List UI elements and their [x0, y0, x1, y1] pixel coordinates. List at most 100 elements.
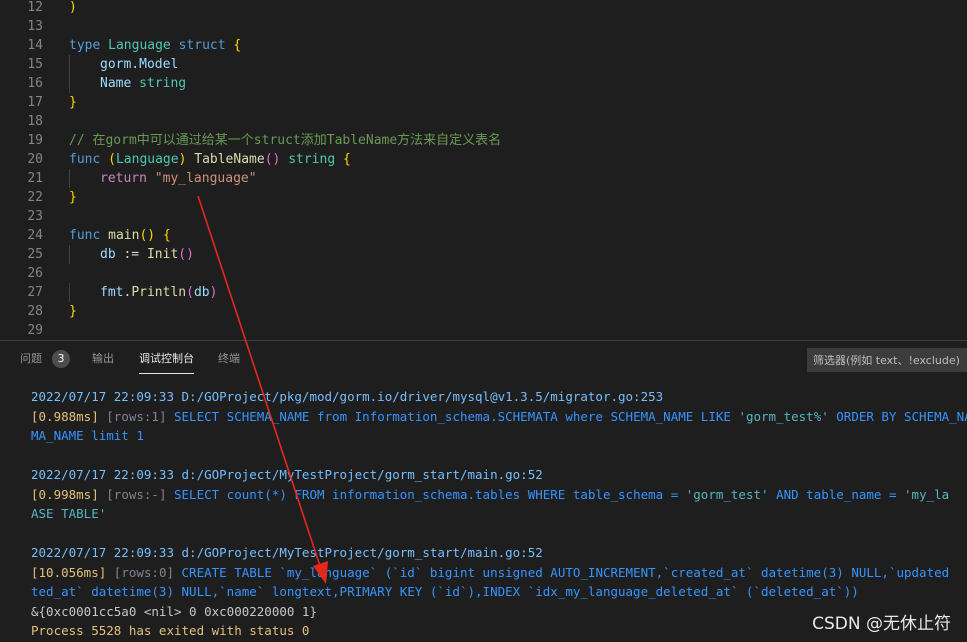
code-token: {	[162, 228, 171, 243]
console-segment: MA_NAME limit 1	[31, 428, 144, 443]
code-line[interactable]: 24 func main() {	[0, 226, 967, 245]
code-line[interactable]: 14 type Language struct {	[0, 36, 967, 55]
code-line[interactable]: 18	[0, 112, 967, 131]
console-segment: CREATE TABLE `my_language` (`id` bigint …	[181, 565, 950, 580]
code-text: fmt.Println(db)	[100, 283, 217, 302]
line-number: 15	[27, 57, 43, 72]
code-token: main	[108, 228, 140, 243]
line-number: 14	[27, 38, 43, 53]
console-segment: d:/GOProject/MyTestProject/gorm_start/ma…	[181, 467, 543, 482]
code-token: )	[209, 285, 218, 300]
indent-guide	[69, 245, 70, 264]
console-segment: D:/GOProject/pkg/mod/gorm.io/driver/mysq…	[181, 389, 664, 404]
code-token: }	[69, 304, 77, 319]
problems-count-badge: 3	[52, 350, 70, 368]
line-number: 20	[27, 152, 43, 167]
code-line[interactable]: 23	[0, 207, 967, 226]
line-number: 16	[27, 76, 43, 91]
code-token: fmt	[100, 285, 124, 300]
line-number: 27	[27, 285, 43, 300]
code-text: Name string	[100, 74, 186, 93]
console-segment: Process 5528 has exited with status 0	[31, 623, 310, 638]
code-token: {	[233, 38, 242, 53]
line-number: 29	[27, 323, 43, 338]
console-segment: 'gorm_test'	[685, 487, 769, 502]
indent-guide	[69, 55, 70, 74]
console-segment: ted_at` datetime(3) NULL,`name` longtext…	[31, 584, 859, 599]
code-text: }	[69, 93, 77, 112]
console-filter-input[interactable]	[807, 348, 967, 372]
code-token: func	[69, 152, 109, 167]
tab-problems[interactable]: 问题	[20, 351, 42, 367]
code-line[interactable]: 29	[0, 321, 967, 340]
code-line[interactable]: 13	[0, 17, 967, 36]
code-text: db := Init()	[100, 245, 194, 264]
code-line[interactable]: 28}	[0, 302, 967, 321]
code-line[interactable]: 22}	[0, 188, 967, 207]
code-token: )	[178, 152, 195, 167]
code-token: ()	[264, 152, 289, 167]
watermark: CSDN @无休止符	[812, 614, 951, 634]
console-segment: [rows:-]	[106, 487, 174, 502]
line-number: 17	[27, 95, 43, 110]
console-segment: 2022/07/17 22:09:33	[31, 467, 182, 482]
code-line[interactable]: 16 Name string	[0, 74, 967, 93]
code-token: {	[342, 152, 351, 167]
code-text: // 在gorm中可以通过给某一个struct添加TableName方法来自定义…	[69, 131, 501, 150]
console-segment: [rows:1]	[106, 409, 174, 424]
line-number: 28	[27, 304, 43, 319]
code-line[interactable]: 15 gorm.Model	[0, 55, 967, 74]
code-line[interactable]: 21 return "my_language"	[0, 169, 967, 188]
code-text: }	[69, 302, 77, 321]
line-number: 19	[27, 133, 43, 148]
line-number: 22	[27, 190, 43, 205]
console-line: Process 5528 has exited with status 0	[31, 621, 309, 640]
console-segment: SELECT count(*) FROM information_schema.…	[174, 487, 686, 502]
line-number: 24	[27, 228, 43, 243]
console-line: ted_at` datetime(3) NULL,`name` longtext…	[31, 582, 859, 601]
console-line: 2022/07/17 22:09:33 D:/GOProject/pkg/mod…	[31, 387, 663, 406]
line-number: 23	[27, 209, 43, 224]
console-segment: SELECT SCHEMA_NAME from Information_sche…	[174, 409, 739, 424]
code-token: func	[69, 228, 109, 243]
code-token: ()	[178, 247, 194, 262]
code-token: gorm.Model	[100, 57, 179, 72]
line-number: 18	[27, 114, 43, 129]
code-line[interactable]: 26	[0, 264, 967, 283]
code-token: (	[186, 285, 194, 300]
code-text: gorm.Model	[100, 55, 178, 74]
code-token: string	[139, 76, 187, 91]
code-token: struct	[178, 38, 234, 53]
code-line[interactable]: 25 db := Init()	[0, 245, 967, 264]
tab-output[interactable]: 输出	[92, 351, 114, 367]
bottom-panel: 问题 3 输出 调试控制台 终端 2022/07/17 22:09:33 D:/…	[0, 340, 967, 642]
code-token: db	[193, 285, 210, 300]
code-token: Init	[146, 247, 179, 262]
console-line: 2022/07/17 22:09:33 d:/GOProject/MyTestP…	[31, 465, 543, 484]
code-token: Name	[100, 76, 140, 91]
console-line: 2022/07/17 22:09:33 d:/GOProject/MyTestP…	[31, 543, 543, 562]
code-text: return "my_language"	[100, 169, 257, 188]
tab-terminal[interactable]: 终端	[218, 351, 240, 367]
code-line[interactable]: 12)	[0, 0, 967, 17]
console-segment: 'gorm_test%'	[738, 409, 829, 424]
code-line[interactable]: 19 // 在gorm中可以通过给某一个struct添加TableName方法来自…	[0, 131, 967, 150]
console-segment: &{0xc0001cc5a0 <nil> 0 0xc000220000 1}	[31, 604, 317, 619]
code-editor[interactable]: 12) 13 14 type Language struct { 15 gorm.Mode…	[0, 0, 967, 340]
line-number: 13	[27, 19, 43, 34]
code-text: func main() {	[69, 226, 171, 245]
code-token: return	[100, 171, 155, 186]
code-line[interactable]: 27 fmt.Println(db)	[0, 283, 967, 302]
indent-guide	[69, 169, 70, 188]
console-line: ASE TABLE'	[31, 504, 106, 523]
tab-debug-console[interactable]: 调试控制台	[139, 351, 194, 374]
code-line[interactable]: 20 func (Language) TableName() string {	[0, 150, 967, 169]
indent-guide	[69, 74, 70, 93]
code-text: )	[69, 0, 77, 17]
code-token: "my_language"	[154, 171, 257, 186]
code-line[interactable]: 17}	[0, 93, 967, 112]
console-segment: [0.988ms]	[31, 409, 107, 424]
code-token: Language	[115, 152, 179, 167]
console-line: [0.988ms] [rows:1] SELECT SCHEMA_NAME fr…	[31, 407, 967, 426]
code-token: db	[100, 247, 124, 262]
